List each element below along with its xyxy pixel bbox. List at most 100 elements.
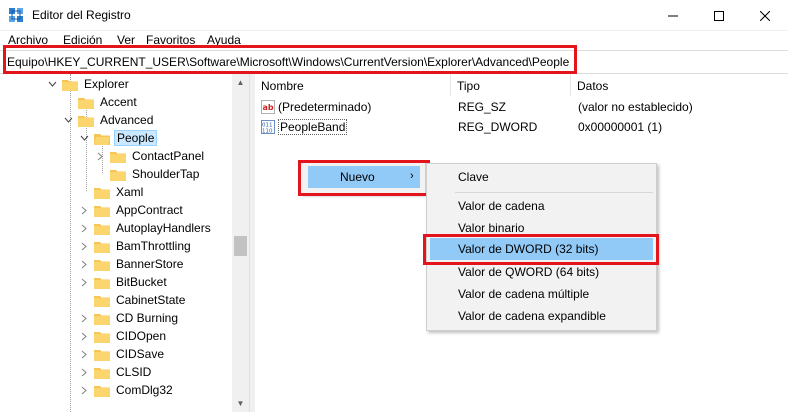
chevron-right-icon[interactable]	[78, 312, 90, 324]
minimize-icon	[668, 15, 678, 16]
menu-archivo[interactable]: Archivo	[8, 33, 48, 47]
tree-item-people[interactable]: People	[78, 129, 158, 147]
chevron-right-icon[interactable]	[78, 366, 90, 378]
tree-item-appcontract[interactable]: AppContract	[78, 201, 185, 219]
tree-item-label: BitBucket	[116, 275, 167, 289]
folder-icon	[94, 294, 110, 307]
menu-ver[interactable]: Ver	[117, 33, 135, 47]
title-bar: Editor del Registro	[0, 0, 788, 31]
tree-item-label: ShoulderTap	[132, 167, 200, 181]
tree-item-bannerstore[interactable]: BannerStore	[78, 255, 185, 273]
chevron-right-icon[interactable]	[78, 276, 90, 288]
chevron-right-icon[interactable]	[94, 150, 106, 162]
chevron-right-icon[interactable]	[78, 204, 90, 216]
close-icon	[760, 10, 770, 21]
tree-item-cabinetstate[interactable]: CabinetState	[94, 291, 187, 309]
folder-icon	[94, 186, 110, 199]
svg-text:110: 110	[262, 129, 273, 135]
tree-item-label: Explorer	[84, 77, 129, 91]
maximize-icon	[714, 10, 724, 21]
scrollbar-thumb[interactable]	[234, 236, 247, 256]
minimize-button[interactable]	[650, 0, 696, 31]
address-bar[interactable]: Equipo\HKEY_CURRENT_USER\Software\Micros…	[0, 50, 788, 74]
folder-icon	[110, 150, 126, 163]
folder-icon	[62, 78, 78, 91]
tree-item-label: CLSID	[116, 365, 152, 379]
value-data: 0x00000001 (1)	[578, 120, 663, 134]
regedit-icon	[8, 7, 24, 23]
submenu-item-valor-cadena[interactable]: Valor de cadena	[458, 199, 545, 213]
menu-favoritos[interactable]: Favoritos	[146, 33, 195, 47]
chevron-down-icon[interactable]	[78, 132, 90, 144]
chevron-right-icon[interactable]	[78, 348, 90, 360]
chevron-right-icon[interactable]	[78, 240, 90, 252]
list-row-peopleband[interactable]: 011 110 PeopleBand REG_DWORD 0x00000001 (…	[255, 118, 788, 137]
value-type: REG_SZ	[458, 100, 507, 114]
column-header-tipo[interactable]: Tipo	[451, 74, 571, 96]
folder-icon	[94, 366, 110, 379]
chevron-right-icon[interactable]	[78, 384, 90, 396]
tree-item-advanced[interactable]: Advanced	[62, 111, 155, 129]
menu-edicion[interactable]: Edición	[63, 33, 102, 47]
folder-icon	[110, 168, 126, 181]
tree-item-bamthrottling[interactable]: BamThrottling	[78, 237, 193, 255]
address-path[interactable]: Equipo\HKEY_CURRENT_USER\Software\Micros…	[7, 55, 569, 69]
submenu-item-valor-binario[interactable]: Valor binario	[458, 221, 524, 235]
close-button[interactable]	[742, 0, 788, 31]
submenu-item-valor-cadena-multiple[interactable]: Valor de cadena múltiple	[458, 287, 589, 301]
string-value-icon: ab	[261, 100, 275, 114]
tree-item-comdlg32[interactable]: ComDlg32	[78, 381, 175, 399]
tree-item-clsid[interactable]: CLSID	[78, 363, 153, 381]
folder-icon	[94, 312, 110, 325]
chevron-down-icon[interactable]	[46, 78, 58, 90]
folder-icon	[94, 204, 110, 217]
value-type: REG_DWORD	[458, 120, 538, 134]
value-name: PeopleBand	[278, 119, 348, 135]
binary-value-icon: 011 110	[261, 120, 275, 135]
svg-text:ab: ab	[263, 103, 274, 112]
tree-item-contactpanel[interactable]: ContactPanel	[94, 147, 206, 165]
tree-item-cidsave[interactable]: CIDSave	[78, 345, 166, 363]
menu-bar: Archivo Edición Ver Favoritos Ayuda	[0, 31, 788, 50]
folder-icon	[94, 258, 110, 271]
folder-icon	[94, 384, 110, 397]
menu-item-nuevo-label: Nuevo	[340, 170, 375, 184]
folder-icon	[78, 114, 94, 127]
tree-item-explorer[interactable]: Explorer	[46, 75, 131, 93]
column-header-datos[interactable]: Datos	[571, 74, 788, 96]
tree-item-label: Xaml	[116, 185, 144, 199]
chevron-right-icon[interactable]	[78, 330, 90, 342]
tree-item-label: CIDSave	[116, 347, 165, 361]
chevron-right-icon: ›	[410, 170, 414, 182]
list-row-predeterminado[interactable]: ab (Predeterminado) REG_SZ (valor no est…	[255, 98, 788, 117]
tree-item-cd-burning[interactable]: CD Burning	[78, 309, 180, 327]
window-title: Editor del Registro	[32, 8, 131, 22]
maximize-button[interactable]	[696, 0, 742, 31]
value-name: (Predeterminado)	[278, 100, 372, 114]
tree-item-autoplayhandlers[interactable]: AutoplayHandlers	[78, 219, 213, 237]
folder-icon	[78, 96, 94, 109]
folder-icon	[94, 240, 110, 253]
tree-item-shouldertap[interactable]: ShoulderTap	[110, 165, 201, 183]
submenu-item-clave[interactable]: Clave	[458, 170, 489, 184]
tree-item-label: CIDOpen	[116, 329, 167, 343]
scroll-down-icon[interactable]: ▼	[232, 395, 249, 412]
chevron-right-icon[interactable]	[78, 222, 90, 234]
submenu-item-valor-dword[interactable]: Valor de DWORD (32 bits)	[458, 242, 598, 256]
submenu-item-valor-cadena-expandible[interactable]: Valor de cadena expandible	[458, 309, 606, 323]
tree-item-label: BannerStore	[116, 257, 184, 271]
registry-tree: Explorer Accent Advanced People ContactP…	[0, 74, 250, 412]
chevron-down-icon[interactable]	[62, 114, 74, 126]
tree-item-bitbucket[interactable]: BitBucket	[78, 273, 169, 291]
folder-icon	[94, 348, 110, 361]
chevron-right-icon[interactable]	[78, 258, 90, 270]
menu-ayuda[interactable]: Ayuda	[207, 33, 241, 47]
column-header-nombre[interactable]: Nombre	[255, 74, 451, 96]
tree-item-accent[interactable]: Accent	[78, 93, 139, 111]
tree-item-xaml[interactable]: Xaml	[94, 183, 145, 201]
submenu-item-valor-qword[interactable]: Valor de QWORD (64 bits)	[458, 265, 599, 279]
scroll-up-icon[interactable]: ▲	[232, 74, 249, 91]
folder-open-icon	[94, 132, 110, 145]
tree-item-label: People	[114, 130, 158, 146]
tree-item-cidopen[interactable]: CIDOpen	[78, 327, 168, 345]
